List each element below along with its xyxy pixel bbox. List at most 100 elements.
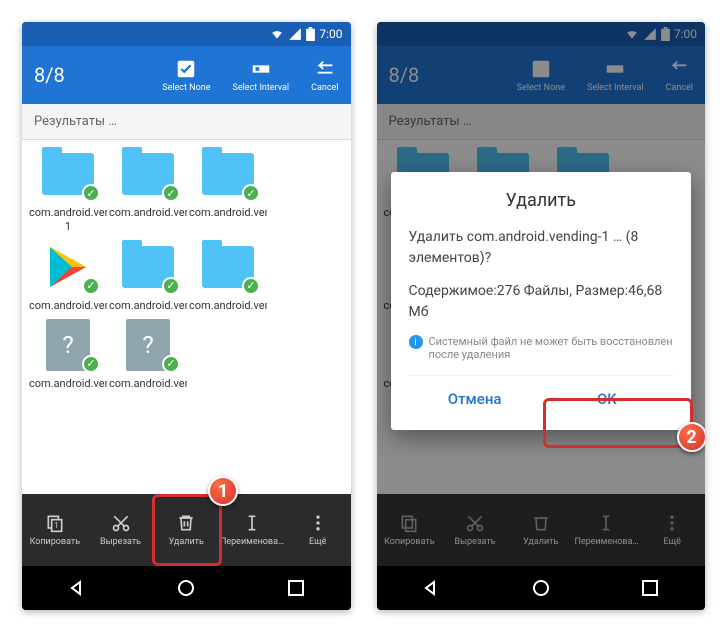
cursor-icon [596,513,616,533]
select-interval-button[interactable]: Select Interval [232,58,289,93]
more-label: Ещё [309,537,326,547]
check-icon: ✓ [162,355,180,373]
rename-label: Переименова… [220,537,284,547]
file-label: com.android.vending [189,206,267,220]
file-item[interactable]: ✓ com.android.vending [188,148,268,235]
scissors-icon [465,513,485,533]
statusbar: 7:00 [377,22,706,46]
battery-icon [306,27,315,41]
checkbox-icon [175,58,197,80]
file-label: com.android.vending_ [29,377,107,391]
nav-back-icon[interactable] [65,576,89,600]
file-label: com.android.vending [189,299,267,313]
check-icon: ✓ [242,277,260,295]
check-icon: ✓ [82,277,100,295]
file-item[interactable]: ✓ com.android.vending [188,241,268,313]
phone-right: 7:00 8/8 Select None Select Interval Can… [377,22,706,610]
scissors-icon [111,513,131,533]
copy-button[interactable]: 1 Копировать [22,494,88,566]
android-navbar [22,566,351,610]
copy-icon: 1 [45,513,65,533]
dialog-ok-button[interactable]: OK [541,376,673,422]
signal-icon [288,27,302,41]
file-label: com.android.vending [109,299,187,313]
select-none-button: Select None [517,58,565,93]
check-icon: ✓ [82,355,100,373]
battery-icon [661,27,670,41]
file-item[interactable]: ?✓com.android.vending_ [108,319,188,391]
cursor-icon [242,513,262,533]
file-label: com.android.vending.p [29,299,107,313]
breadcrumb: Результаты … [377,104,706,140]
interval-icon [604,58,626,80]
select-none-button[interactable]: Select None [162,58,210,93]
cancel-button[interactable]: Cancel [311,58,338,93]
cut-button: Вырезать [442,494,508,566]
rename-button: Переименова… [574,494,640,566]
file-item[interactable]: ✓ com.android.vending [108,241,188,313]
more-button: Ещё [639,494,705,566]
select-interval-label: Select Interval [232,83,289,93]
select-none-label: Select None [162,83,210,93]
copy-icon [399,513,419,533]
clock: 7:00 [319,27,342,41]
file-item[interactable]: ?✓com.android.vending_ [28,319,108,391]
selection-counter: 8/8 [389,63,517,87]
cancel-button: Cancel [666,58,693,93]
nav-recent-icon[interactable] [638,576,662,600]
wifi-icon [270,27,284,41]
file-item[interactable]: ✓com.android.vending-1 [28,148,108,235]
nav-home-icon[interactable] [174,576,198,600]
toolbar: 8/8 Select None Select Interval Cancel [377,46,706,104]
dialog-warning: i Системный файл не может быть восстанов… [409,335,674,361]
delete-button: Удалить [508,494,574,566]
bottom-toolbar: 1 Копировать Вырезать Удалить Переименов… [22,494,351,566]
wifi-icon [625,27,639,41]
more-icon [308,513,328,533]
nav-recent-icon[interactable] [284,576,308,600]
checkbox-icon [530,58,552,80]
more-icon [662,513,682,533]
bottom-toolbar: Копировать Вырезать Удалить Переименова…… [377,494,706,566]
selection-counter: 8/8 [34,63,162,87]
file-label: com.android.vending [109,206,187,220]
interval-icon [250,58,272,80]
toolbar: 8/8 Select None Select Interval Cancel [22,46,351,104]
dialog-cancel-button[interactable]: Отмена [409,376,541,422]
nav-back-icon[interactable] [419,576,443,600]
step-badge-2: 2 [677,422,706,452]
copy-label: Копировать [30,537,81,547]
dialog-message: Удалить com.android.vending-1 … (8 элеме… [409,227,674,269]
step-badge-1: 1 [208,476,238,506]
check-icon: ✓ [242,184,260,202]
breadcrumb[interactable]: Результаты … [22,104,351,140]
more-button[interactable]: Ещё [285,494,351,566]
statusbar: 7:00 [22,22,351,46]
dialog-warning-text: Системный файл не может быть восстановле… [429,335,674,361]
file-label: com.android.vending-1 [29,206,107,235]
cut-label: Вырезать [100,537,141,547]
cancel-label: Cancel [311,83,338,93]
back-icon [314,58,336,80]
delete-dialog: Удалить Удалить com.android.vending-1 … … [391,172,692,430]
file-item[interactable]: ✓ com.android.vending.p [28,241,108,313]
select-interval-button: Select Interval [587,58,644,93]
check-icon: ✓ [162,277,180,295]
file-item[interactable]: ✓ com.android.vending [108,148,188,235]
dialog-title: Удалить [409,190,674,211]
check-icon: ✓ [162,184,180,202]
nav-home-icon[interactable] [529,576,553,600]
rename-button[interactable]: Переименова… [219,494,285,566]
phone-left: 7:00 8/8 Select None Select Interval Can… [22,22,351,610]
back-icon [668,58,690,80]
trash-icon [531,513,551,533]
copy-button: Копировать [377,494,443,566]
svg-text:1: 1 [54,521,59,531]
android-navbar [377,566,706,610]
clock: 7:00 [674,27,697,41]
cut-button[interactable]: Вырезать [88,494,154,566]
delete-button[interactable]: Удалить [153,494,219,566]
trash-icon [176,513,196,533]
file-label: com.android.vending_ [109,377,187,391]
file-grid: ✓com.android.vending-1✓com.android.vendi… [22,140,351,494]
